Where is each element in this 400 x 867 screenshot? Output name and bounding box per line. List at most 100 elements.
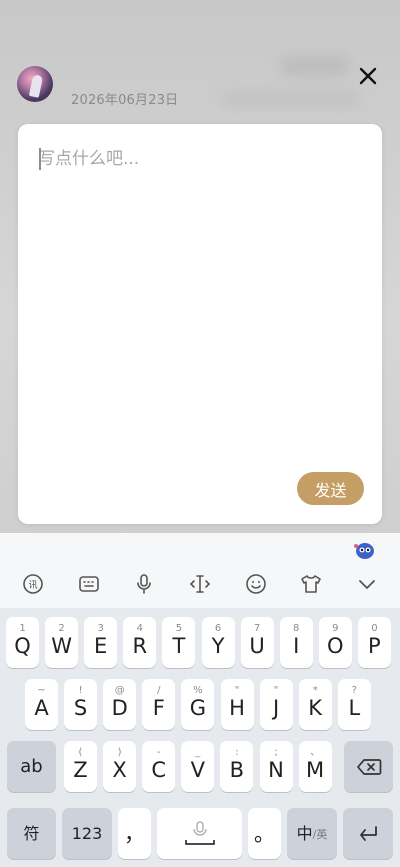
key-secondary-label: 7 xyxy=(253,623,261,634)
keyboard-layout-icon[interactable] xyxy=(76,571,102,597)
key-label: Q xyxy=(14,634,31,658)
key-label: F xyxy=(152,696,165,720)
key-secondary-label: ? xyxy=(351,685,357,696)
key-label: D xyxy=(111,696,128,720)
key-label: Z xyxy=(73,758,88,782)
shift-key[interactable]: ab xyxy=(7,741,56,792)
key-b[interactable]: :B xyxy=(220,741,254,792)
keyboard: 讯 1Q2W3E4R5T6Y7U8I9O0P ~ A! S @ D / F% G " H " J * K?… xyxy=(0,533,400,867)
key-label: N xyxy=(268,758,284,782)
key-secondary-label: 8 xyxy=(293,623,300,634)
key-a[interactable]: ~ A xyxy=(25,679,58,730)
key-z[interactable]: (Z xyxy=(64,741,97,792)
key-secondary-label: @ xyxy=(114,685,125,696)
compose-card: 发送 xyxy=(18,124,382,524)
key-m[interactable]: 、 M xyxy=(298,741,332,792)
key-label: K xyxy=(308,696,323,720)
key-secondary-label: - xyxy=(156,747,161,758)
key-secondary-label: " xyxy=(234,685,240,696)
key-secondary-label: 3 xyxy=(97,623,104,634)
blurred-username xyxy=(280,56,350,76)
key-secondary-label: " xyxy=(273,685,279,696)
key-x[interactable]: ) X xyxy=(103,741,137,792)
key-label: P xyxy=(368,634,381,658)
key-k[interactable]: * K xyxy=(298,679,332,730)
clipboard-shirt-icon[interactable] xyxy=(298,571,324,597)
key-secondary-label: 1 xyxy=(19,623,26,634)
key-r[interactable]: 4R xyxy=(123,617,157,668)
key-h[interactable]: " H xyxy=(220,679,254,730)
key-secondary-label: 0 xyxy=(371,623,378,634)
language-switch-key[interactable]: 中/英 xyxy=(287,808,337,859)
key-secondary-label: 、 xyxy=(310,747,321,758)
voice-input-icon[interactable]: 讯 xyxy=(20,571,46,597)
key-label: R xyxy=(132,634,148,658)
cursor-move-icon[interactable] xyxy=(187,571,213,597)
key-label: A xyxy=(34,696,49,720)
period-key[interactable]: 。 xyxy=(248,808,281,859)
keyboard-toolbar: 讯 xyxy=(0,533,400,608)
collapse-chevron-icon[interactable] xyxy=(354,571,380,597)
key-u[interactable]: 7U xyxy=(240,617,274,668)
key-v[interactable]: _ V xyxy=(181,741,215,792)
key-t[interactable]: 5T xyxy=(162,617,196,668)
key-label: T xyxy=(172,634,186,658)
emoji-icon[interactable] xyxy=(243,571,269,597)
key-label: G xyxy=(189,696,207,720)
key-label: I xyxy=(293,634,300,658)
close-icon[interactable] xyxy=(356,64,380,88)
key-secondary-label: ! xyxy=(78,685,83,696)
key-s[interactable]: ! S xyxy=(64,679,98,730)
microphone-icon[interactable] xyxy=(131,571,157,597)
mascot-icon[interactable] xyxy=(352,539,378,561)
keyboard-keys: 1Q2W3E4R5T6Y7U8I9O0P ~ A! S @ D / F% G " H " J * K? L … xyxy=(0,608,400,867)
key-secondary-label: * xyxy=(312,685,318,696)
key-w[interactable]: 2W xyxy=(45,617,79,668)
symbols-key[interactable]: 符 xyxy=(7,808,56,859)
key-n[interactable]: ; N xyxy=(259,741,293,792)
key-l[interactable]: ? L xyxy=(337,679,371,730)
comma-key[interactable]: ， xyxy=(118,808,151,859)
key-i[interactable]: 8I xyxy=(279,617,313,668)
key-secondary-label: 6 xyxy=(214,623,222,634)
key-secondary-label: ( xyxy=(78,747,83,758)
key-label: W xyxy=(51,634,72,658)
key-d[interactable]: @ D xyxy=(103,679,137,730)
key-e[interactable]: 3E xyxy=(84,617,118,668)
key-secondary-label: : xyxy=(235,747,239,758)
send-button[interactable]: 发送 xyxy=(297,472,364,505)
key-label: J xyxy=(272,696,280,720)
key-label: U xyxy=(249,634,265,658)
key-secondary-label: _ xyxy=(195,747,201,758)
key-secondary-label: 5 xyxy=(175,623,183,634)
key-q[interactable]: 1Q xyxy=(6,617,39,668)
key-secondary-label: ) xyxy=(117,747,122,758)
blurred-text xyxy=(220,92,360,106)
key-label: E xyxy=(94,634,108,658)
key-secondary-label: 2 xyxy=(58,623,65,634)
key-o[interactable]: 9O xyxy=(318,617,352,668)
post-date: 2026年06月23日 xyxy=(71,93,179,108)
svg-text:讯: 讯 xyxy=(28,580,37,591)
key-label: S xyxy=(73,696,88,720)
key-label: O xyxy=(327,634,344,658)
key-p[interactable]: 0P xyxy=(357,617,391,668)
key-label: H xyxy=(229,696,245,720)
text-caret xyxy=(39,148,41,170)
key-label: L xyxy=(348,696,361,720)
backspace-key[interactable] xyxy=(344,741,393,792)
compose-input[interactable] xyxy=(38,144,358,444)
avatar[interactable] xyxy=(17,66,53,102)
key-y[interactable]: 6Y xyxy=(201,617,235,668)
key-f[interactable]: / F xyxy=(142,679,176,730)
space-key[interactable] xyxy=(157,808,242,859)
key-secondary-label: ; xyxy=(274,747,278,758)
key-j[interactable]: " J xyxy=(259,679,293,730)
key-g[interactable]: % G xyxy=(181,679,215,730)
key-label: X xyxy=(112,758,127,782)
enter-key[interactable] xyxy=(343,808,393,859)
numbers-key[interactable]: 123 xyxy=(62,808,112,859)
key-c[interactable]: -C xyxy=(142,741,176,792)
key-secondary-label: 9 xyxy=(332,623,339,634)
key-label: Y xyxy=(211,634,225,658)
